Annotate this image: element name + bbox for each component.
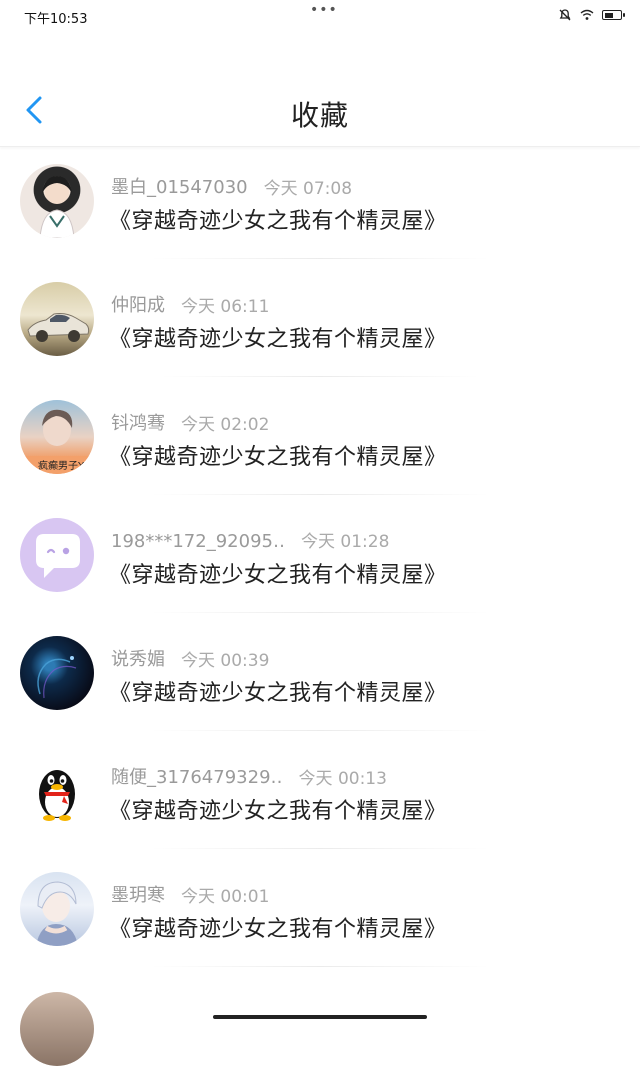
user-name: 墨玥寒 [111, 885, 165, 906]
dark-abstract-avatar [20, 636, 94, 710]
user-name: 仲阳成 [111, 295, 165, 316]
item-meta: 仲阳成 今天 06:11 [111, 291, 269, 317]
list-item[interactable]: 随便_3176479329‥ 今天 00:13 《穿越奇迹少女之我有个精灵屋》 [0, 736, 640, 854]
user-name: 钭鸿骞 [111, 413, 165, 434]
user-name: 说秀媚 [111, 649, 165, 670]
item-time: 今天 00:01 [181, 887, 270, 907]
penguin-avatar [20, 754, 94, 828]
item-meta: 墨玥寒 今天 00:01 [111, 881, 269, 907]
divider [150, 612, 490, 613]
item-time: 今天 00:39 [181, 651, 270, 671]
item-meta: 说秀媚 今天 00:39 [111, 645, 269, 671]
page-title: 收藏 [290, 99, 349, 132]
chat-bubble-avatar [20, 518, 94, 592]
item-time: 今天 00:13 [298, 769, 387, 789]
divider [150, 258, 490, 259]
book-title: 《穿越奇迹少女之我有个精灵屋》 [109, 799, 447, 824]
book-title: 《穿越奇迹少女之我有个精灵屋》 [109, 681, 447, 706]
book-title: 《穿越奇迹少女之我有个精灵屋》 [109, 563, 447, 588]
item-time: 今天 01:28 [301, 532, 390, 552]
user-name: 随便_3176479329‥ [111, 767, 283, 788]
home-indicator[interactable] [213, 1015, 427, 1019]
list-item-partial[interactable] [20, 992, 94, 1066]
item-meta: 钭鸿骞 今天 02:02 [111, 409, 269, 435]
divider [150, 966, 490, 967]
status-icons [558, 8, 625, 22]
wifi-icon [580, 8, 594, 22]
user-name: 198***172_92095‥ [111, 531, 285, 552]
list-item[interactable]: 198***172_92095‥ 今天 01:28 《穿越奇迹少女之我有个精灵屋》 [0, 500, 640, 618]
divider [150, 848, 490, 849]
favorites-list: 墨白_01547030 今天 07:08 《穿越奇迹少女之我有个精灵屋》 仲阳成今… [0, 146, 640, 972]
status-time: 下午10:53 [24, 12, 88, 27]
divider [160, 376, 480, 377]
list-item[interactable]: 墨玥寒 今天 00:01 《穿越奇迹少女之我有个精灵屋》 [0, 854, 640, 972]
status-bar: 下午10:53 ••• [0, 0, 640, 32]
anime-avatar [20, 872, 94, 946]
item-time: 今天 07:08 [263, 179, 353, 199]
book-title: 《穿越奇迹少女之我有个精灵屋》 [109, 445, 447, 470]
divider [150, 494, 490, 495]
car-avatar [20, 282, 94, 356]
multitask-dots[interactable]: ••• [310, 2, 338, 18]
list-item[interactable]: 疯癫男子Y 钭鸿骞 今天 02:02 《穿越奇迹少女之我有个精灵屋》 [0, 382, 640, 500]
list-item[interactable]: 说秀媚 今天 00:39 《穿越奇迹少女之我有个精灵屋》 [0, 618, 640, 736]
item-meta: 随便_3176479329‥ 今天 00:13 [111, 763, 387, 789]
avatar-caption: 疯癫男子Y [38, 459, 85, 472]
book-title: 《穿越奇迹少女之我有个精灵屋》 [109, 327, 447, 352]
divider [150, 730, 490, 731]
item-meta: 198***172_92095‥ 今天 01:28 [111, 527, 389, 552]
guy-avatar: 疯癫男子Y [20, 400, 94, 474]
book-title: 《穿越奇迹少女之我有个精灵屋》 [109, 917, 447, 942]
item-time: 今天 02:02 [181, 415, 270, 435]
user-name: 墨白_01547030 [111, 177, 248, 198]
book-title: 《穿越奇迹少女之我有个精灵屋》 [109, 209, 447, 234]
mute-icon [558, 8, 572, 22]
item-time: 今天 06:11 [181, 297, 270, 317]
list-item[interactable]: 仲阳成 今天 06:11 《穿越奇迹少女之我有个精灵屋》 [0, 264, 640, 382]
nav-header: 收藏 [0, 32, 640, 147]
battery-icon [602, 10, 625, 20]
item-meta: 墨白_01547030 今天 07:08 [111, 173, 352, 199]
list-item[interactable]: 墨白_01547030 今天 07:08 《穿越奇迹少女之我有个精灵屋》 [0, 146, 640, 264]
girl-avatar [20, 164, 94, 238]
